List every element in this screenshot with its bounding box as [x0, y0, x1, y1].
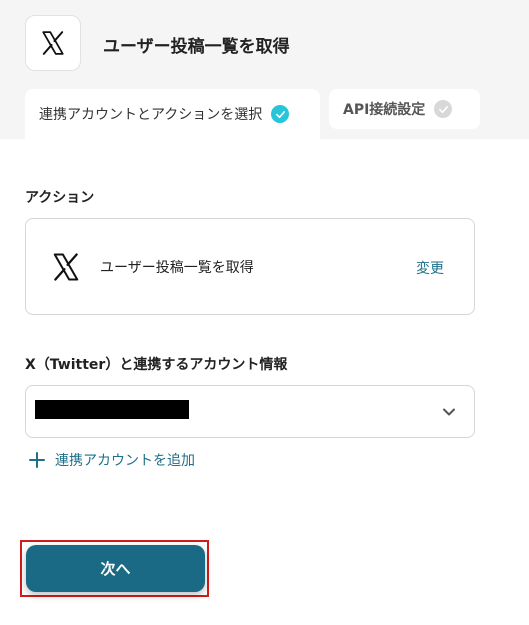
add-account-label: 連携アカウントを追加 [55, 453, 195, 469]
check-circle-icon [271, 105, 290, 123]
redacted-account-value [35, 400, 189, 419]
tab-label: 連携アカウントとアクションを選択 [39, 107, 263, 123]
tab-account-action[interactable]: 連携アカウントとアクションを選択 [25, 89, 320, 139]
chevron-down-icon [443, 408, 455, 416]
plus-icon [29, 452, 45, 468]
tab-label: API接続設定 [343, 102, 426, 118]
action-card: ユーザー投稿一覧を取得 変更 [25, 218, 475, 315]
account-section-label: X（Twitter）と連携するアカウント情報 [25, 357, 288, 373]
x-logo-icon [53, 253, 79, 281]
tab-api-settings[interactable]: API接続設定 [329, 89, 480, 129]
add-account-button[interactable]: 連携アカウントを追加 [29, 450, 195, 470]
action-section-label: アクション [25, 190, 95, 206]
change-action-link[interactable]: 変更 [416, 258, 444, 278]
app-icon [25, 15, 81, 71]
action-name: ユーザー投稿一覧を取得 [100, 260, 254, 276]
x-logo-icon [42, 31, 64, 55]
account-select[interactable] [25, 385, 475, 438]
page-title: ユーザー投稿一覧を取得 [103, 37, 290, 57]
check-circle-icon [434, 100, 453, 118]
next-button[interactable]: 次へ [26, 545, 205, 592]
